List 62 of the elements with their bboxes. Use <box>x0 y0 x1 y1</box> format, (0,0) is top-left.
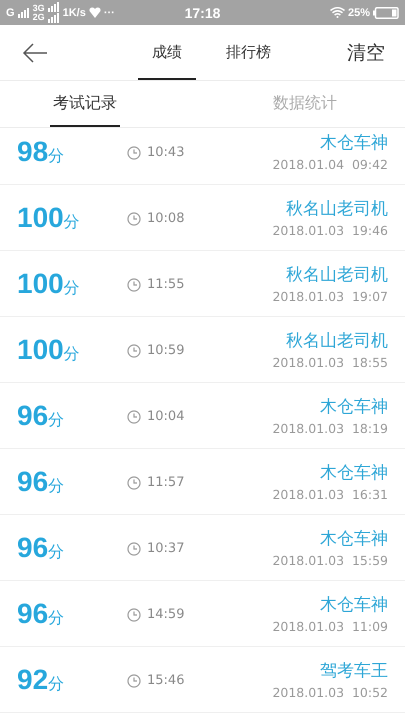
user-name: 木仓车神 <box>320 396 388 418</box>
network-label: 3G <box>32 4 45 12</box>
score: 96分 <box>17 598 66 630</box>
user-name: 秋名山老司机 <box>286 264 388 286</box>
duration: 10:43 <box>147 145 184 160</box>
back-arrow-icon[interactable] <box>22 42 48 64</box>
duration: 10:37 <box>147 541 184 556</box>
clock-icon <box>127 542 141 556</box>
duration: 14:59 <box>147 607 184 622</box>
clock-icon <box>127 146 141 160</box>
score: 96分 <box>17 466 66 498</box>
user-name: 木仓车神 <box>320 132 388 154</box>
clear-button[interactable]: 清空 <box>347 40 385 66</box>
duration: 15:46 <box>147 673 184 688</box>
date-time: 2018.01.03 16:31 <box>272 487 388 502</box>
battery-percent: 25% <box>348 6 370 18</box>
date-time: 2018.01.03 18:55 <box>272 355 388 370</box>
user-name: 秋名山老司机 <box>286 198 388 220</box>
tab[interactable]: 成绩 <box>138 25 196 80</box>
duration: 11:55 <box>147 277 184 292</box>
date-time: 2018.01.04 09:42 <box>272 157 388 172</box>
signal-icon <box>18 8 30 18</box>
duration: 10:59 <box>147 343 184 358</box>
tab[interactable]: 排行榜 <box>212 25 285 80</box>
duration: 11:57 <box>147 475 184 490</box>
user-name: 木仓车神 <box>320 462 388 484</box>
date-time: 2018.01.03 10:52 <box>272 685 388 700</box>
score: 96分 <box>17 400 66 432</box>
signal-icon <box>48 13 60 23</box>
duration: 10:08 <box>147 211 184 226</box>
clock-icon <box>127 476 141 490</box>
date-time: 2018.01.03 11:09 <box>272 619 388 634</box>
score: 100分 <box>17 334 81 366</box>
more-icon: ··· <box>104 6 115 18</box>
date-time: 2018.01.03 19:46 <box>272 223 388 238</box>
battery-icon <box>373 6 399 18</box>
score: 100分 <box>17 268 81 300</box>
tab[interactable]: 考试记录 <box>50 81 120 127</box>
score: 96分 <box>17 532 66 564</box>
score: 100分 <box>17 202 81 234</box>
clock-icon <box>127 410 141 424</box>
speed-label: 1K/s <box>62 6 86 18</box>
network-label: G <box>6 6 15 18</box>
date-time: 2018.01.03 15:59 <box>272 553 388 568</box>
clock-icon <box>127 608 141 622</box>
wifi-icon <box>330 7 345 18</box>
score: 92分 <box>17 664 66 696</box>
network-label: 2G <box>32 12 45 22</box>
duration: 10:04 <box>147 409 184 424</box>
date-time: 2018.01.03 18:19 <box>272 421 388 436</box>
signal-icon <box>48 2 60 12</box>
clock-icon <box>127 278 141 292</box>
clock-time: 17:18 <box>184 4 220 20</box>
clock-icon <box>127 212 141 226</box>
clock-icon <box>127 674 141 688</box>
user-name: 木仓车神 <box>320 594 388 616</box>
score: 98分 <box>17 136 66 168</box>
date-time: 2018.01.03 19:07 <box>272 289 388 304</box>
user-name: 木仓车神 <box>320 528 388 550</box>
user-name: 驾考车王 <box>320 660 388 682</box>
user-name: 秋名山老司机 <box>286 330 388 352</box>
clock-icon <box>127 344 141 358</box>
